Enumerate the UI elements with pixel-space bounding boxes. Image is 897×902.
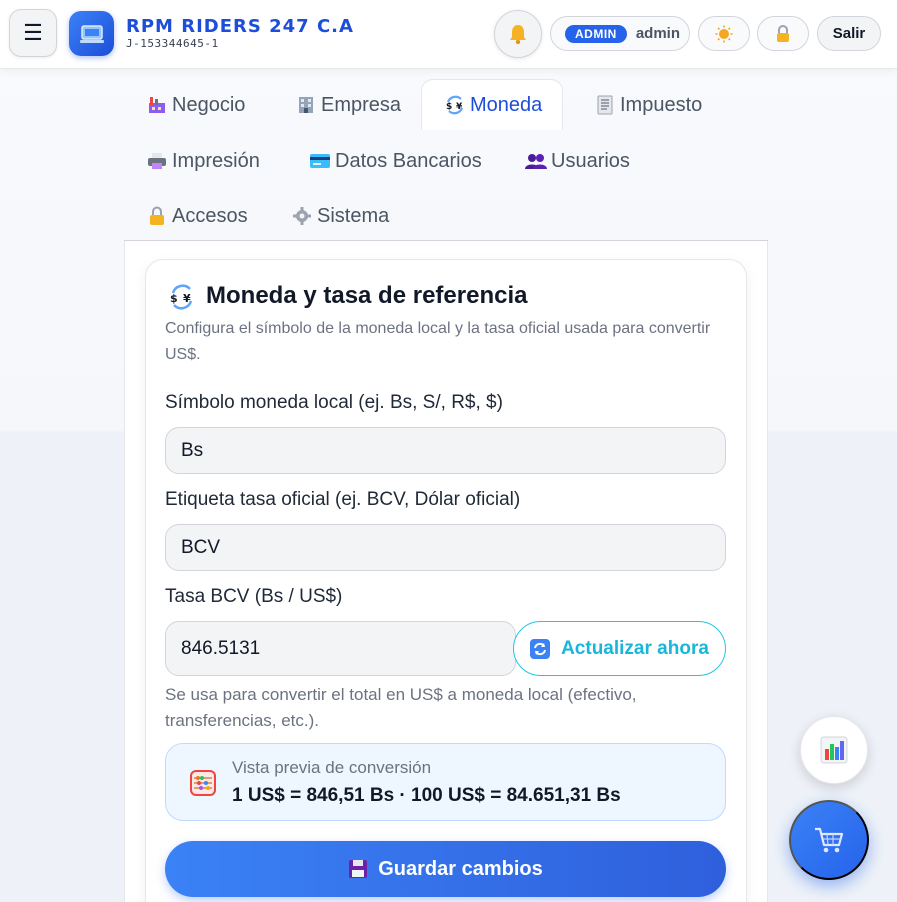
user-pill[interactable]: ADMIN admin [550,16,690,51]
printer-icon [146,150,168,172]
tab-label: Impresión [172,149,260,172]
notifications-button[interactable] [494,10,542,58]
tab-accesos[interactable]: Accesos [146,191,248,241]
svg-text:$: $ [170,292,178,305]
role-badge: ADMIN [565,24,627,43]
rate-field-label: Tasa BCV (Bs / US$) [165,586,343,607]
preview-label: Vista previa de conversión [232,758,432,777]
tab-label: Impuesto [620,93,703,116]
sun-icon [715,25,733,42]
tab-sistema[interactable]: Sistema [291,191,389,241]
stats-fab-button[interactable] [800,716,868,784]
credit-card-icon [309,150,331,172]
svg-text:¥: ¥ [456,102,463,112]
save-button[interactable]: Guardar cambios [165,841,726,897]
brand-name: RPM RIDERS 247 C.A [126,16,354,37]
rate-label-label: Etiqueta tasa oficial (ej. BCV, Dólar of… [165,489,521,510]
svg-text:$: $ [446,102,452,112]
tab-label: Empresa [321,93,402,116]
logout-button[interactable]: Salir [817,16,881,51]
floppy-disk-icon [349,860,368,878]
card-title: Moneda y tasa de referencia [206,282,528,309]
rate-input[interactable] [165,621,516,676]
save-label: Guardar cambios [378,857,543,880]
lock-icon [146,205,168,227]
rate-hint: Se usa para convertir el total en US$ a … [165,685,637,730]
tab-negocio[interactable]: Negocio [146,80,245,130]
users-icon [525,150,547,172]
factory-icon [146,94,168,116]
theme-toggle-button[interactable] [698,16,750,51]
menu-button[interactable]: ☰ [9,9,57,57]
logo [69,11,114,56]
symbol-label: Símbolo moneda local (ej. Bs, S/, R$, $) [165,392,503,413]
tab-datos-bancarios[interactable]: Datos Bancarios [309,136,482,186]
refresh-rate-button[interactable]: Actualizar ahora [513,621,726,676]
currency-exchange-icon: $ ¥ [444,94,466,116]
tab-empresa[interactable]: Empresa [295,80,401,130]
svg-text:¥: ¥ [183,292,191,305]
currency-exchange-icon: $ ¥ [170,284,193,310]
lock-button[interactable] [757,16,809,51]
rate-label-input[interactable] [165,524,726,571]
tab-label: Negocio [172,93,246,116]
building-icon [295,94,317,116]
tab-label: Sistema [317,204,390,227]
bell-icon [510,25,526,45]
tab-label: Usuarios [551,149,630,172]
refresh-icon [530,638,551,659]
card-description: Configura el símbolo de la moneda local … [165,320,711,363]
cart-fab-button[interactable] [789,800,869,880]
preview-value: 1 US$ = 846,51 Bs · 100 US$ = 84.651,31 … [232,785,621,806]
tab-label: Accesos [172,204,248,227]
abacus-icon [190,770,216,796]
refresh-label: Actualizar ahora [561,637,709,659]
tab-moneda[interactable]: $ ¥ Moneda [421,79,564,130]
gear-icon [291,205,313,227]
tab-impresion[interactable]: Impresión [146,136,260,186]
logo-icon [79,24,104,43]
brand-id: J-153344645-1 [126,37,219,50]
conversion-preview [165,743,726,821]
tab-impuesto[interactable]: Impuesto [594,80,702,130]
username: admin [635,25,681,42]
shopping-cart-icon [815,827,844,853]
menu-icon: ☰ [23,20,43,45]
tab-label: Moneda [470,93,543,116]
bar-chart-icon [820,736,848,764]
receipt-icon [594,94,616,116]
tab-label: Datos Bancarios [335,149,482,172]
currency-symbol-input[interactable] [165,427,726,474]
tab-usuarios[interactable]: Usuarios [525,136,630,186]
lock-icon [777,24,789,42]
